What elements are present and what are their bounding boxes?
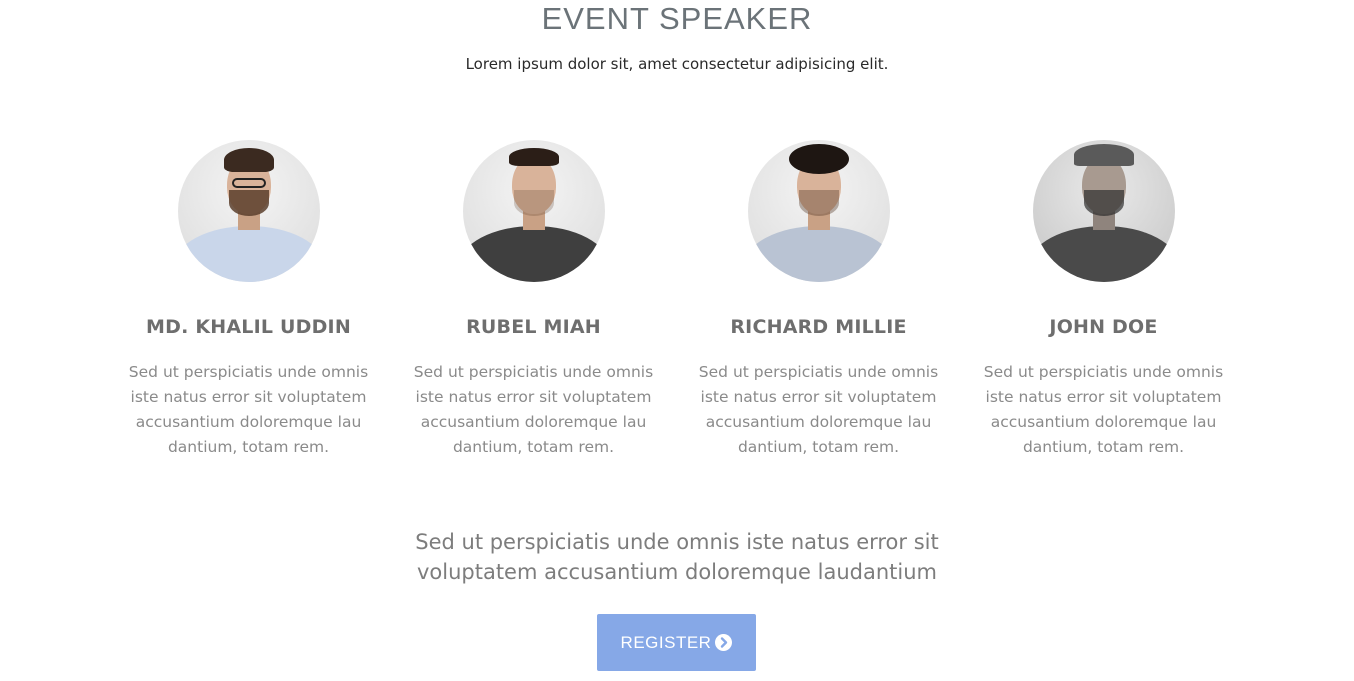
speaker-photo <box>1032 140 1175 282</box>
speaker-name: JOHN DOE <box>1049 316 1158 338</box>
speaker-card: RUBEL MIAH Sed ut perspiciatis unde omni… <box>391 140 676 460</box>
chevron-circle-right-icon <box>715 634 733 651</box>
speaker-card: MD. KHALIL UDDIN Sed ut perspiciatis und… <box>106 140 391 460</box>
speaker-bio: Sed ut perspiciatis unde omnis iste natu… <box>983 363 1224 456</box>
speaker-bio: Sed ut perspiciatis unde omnis iste natu… <box>128 363 369 456</box>
register-button[interactable]: REGISTER <box>597 614 756 671</box>
speaker-name: RICHARD MILLIE <box>730 316 907 338</box>
speaker-name: RUBEL MIAH <box>466 316 601 338</box>
register-button-label: REGISTER <box>620 632 712 652</box>
speaker-grid: MD. KHALIL UDDIN Sed ut perspiciatis und… <box>106 140 1248 460</box>
speaker-photo <box>462 140 605 282</box>
speaker-card: RICHARD MILLIE Sed ut perspiciatis unde … <box>676 140 961 460</box>
section-title: EVENT SPEAKER <box>541 1 813 36</box>
speaker-bio: Sed ut perspiciatis unde omnis iste natu… <box>413 363 654 456</box>
speaker-name: MD. KHALIL UDDIN <box>146 316 351 338</box>
section-subtitle: Lorem ipsum dolor sit, amet consectetur … <box>465 55 889 73</box>
speaker-photo <box>747 140 890 282</box>
cta-text: Sed ut perspiciatis unde omnis iste natu… <box>415 530 939 584</box>
speaker-bio: Sed ut perspiciatis unde omnis iste natu… <box>698 363 939 456</box>
event-speaker-section: EVENT SPEAKER Lorem ipsum dolor sit, ame… <box>0 0 1354 681</box>
speaker-card: JOHN DOE Sed ut perspiciatis unde omnis … <box>961 140 1246 460</box>
speaker-photo <box>177 140 320 282</box>
